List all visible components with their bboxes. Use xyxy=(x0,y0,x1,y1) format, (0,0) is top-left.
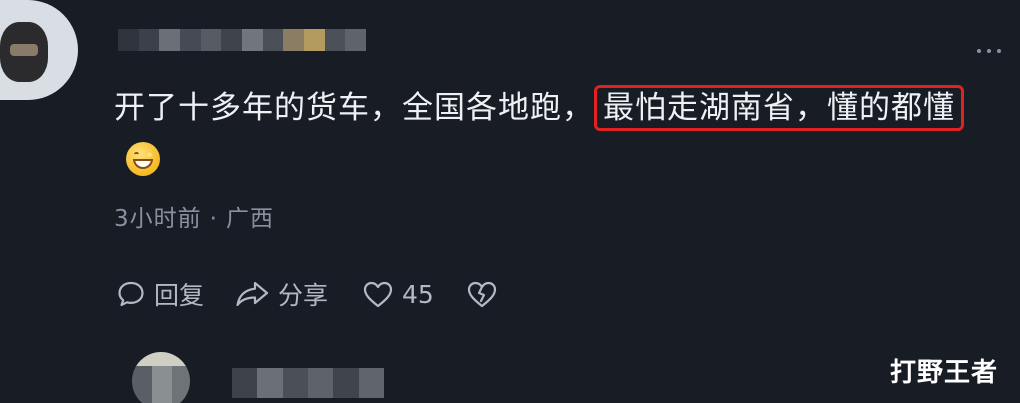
like-count: 45 xyxy=(402,279,434,309)
avatar-image xyxy=(0,22,48,82)
avatar[interactable] xyxy=(0,0,78,100)
reply-icon xyxy=(118,281,144,307)
reply-label: 回复 xyxy=(154,281,205,310)
next-comment-avatar[interactable] xyxy=(132,352,190,403)
comment-meta: 3小时前 · 广西 xyxy=(114,199,274,233)
grinning-face-icon xyxy=(126,142,160,176)
next-comment-username-blurred[interactable] xyxy=(232,368,384,398)
dislike-button[interactable] xyxy=(466,279,498,309)
username-blurred[interactable] xyxy=(118,29,367,51)
comment-highlight: 最怕走湖南省，懂的都懂 xyxy=(594,85,964,131)
broken-heart-icon xyxy=(467,281,496,308)
comment-time: 3小时前 xyxy=(114,206,202,232)
share-button[interactable]: 分享 xyxy=(234,276,328,312)
more-options-icon[interactable] xyxy=(975,46,1003,56)
watermark: 打野王者 xyxy=(890,358,999,388)
comment-location: 广西 xyxy=(225,206,274,232)
like-button[interactable]: 45 xyxy=(362,279,434,309)
share-label: 分享 xyxy=(278,281,329,310)
heart-icon xyxy=(363,281,393,308)
comment-text-main: 开了十多年的货车，全国各地跑， xyxy=(114,90,594,126)
comment-page: 开了十多年的货车，全国各地跑， 最怕走湖南省，懂的都懂 3小时前 · 广西 回复 分享… xyxy=(0,0,1020,403)
meta-separator: · xyxy=(209,206,218,232)
comment-text: 开了十多年的货车，全国各地跑， 最怕走湖南省，懂的都懂 xyxy=(114,82,1004,186)
action-bar: 回复 分享 45 xyxy=(116,274,498,314)
reply-button[interactable]: 回复 xyxy=(116,276,204,312)
share-icon xyxy=(236,281,269,307)
